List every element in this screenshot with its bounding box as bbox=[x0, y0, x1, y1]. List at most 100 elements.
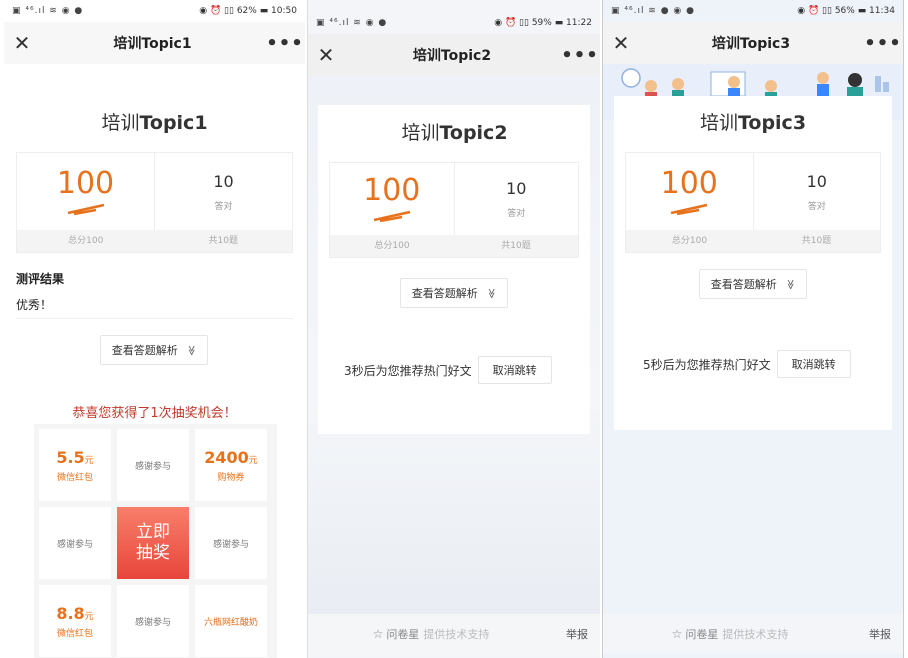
total-score: 总分100 bbox=[374, 241, 410, 251]
prize-unit: 元 bbox=[84, 611, 94, 622]
prize-cell-4: 感谢参与 bbox=[39, 507, 111, 579]
close-icon[interactable]: ✕ bbox=[308, 43, 344, 67]
total-score: 总分100 bbox=[671, 236, 708, 246]
nav-bar: ✕ 培训Topic1 ••• bbox=[4, 22, 305, 64]
prize-name: 微信红包 bbox=[56, 472, 93, 483]
view-analysis-button[interactable]: 查看答题解析 ≫ bbox=[100, 335, 208, 365]
result-card bbox=[318, 105, 590, 434]
title-bold: Topic3 bbox=[737, 112, 807, 134]
lottery-grid: 5.5元 微信红包 感谢参与 2400元 购物券 感谢参与 立即抽奖 感谢参与 … bbox=[34, 424, 277, 658]
report-link[interactable]: 举报 bbox=[857, 626, 903, 642]
prize-amount: 5.5 bbox=[56, 447, 85, 467]
correct-label: 答对 bbox=[507, 209, 526, 219]
prize-cell-2: 感谢参与 bbox=[117, 429, 189, 501]
cancel-redirect-button[interactable]: 取消跳转 bbox=[477, 356, 552, 384]
title-bold: Topic2 bbox=[439, 122, 508, 144]
status-bar: ▣ ⁴⁶.ıl ≋ ◉ ● ◉ ⏰ ▯▯ 59% ▬ 11:22 bbox=[308, 12, 600, 34]
title-bold: Topic1 bbox=[139, 112, 208, 134]
view-analysis-label: 查看答题解析 bbox=[111, 344, 178, 357]
brand-name: 问卷星 bbox=[685, 628, 719, 641]
redirect-text: 5秒后为您推荐热门好文 bbox=[643, 357, 771, 372]
redirect-row: 3秒后为您推荐热门好文 取消跳转 bbox=[344, 356, 552, 384]
close-icon[interactable]: ✕ bbox=[4, 31, 40, 55]
view-analysis-label: 查看答题解析 bbox=[411, 287, 478, 300]
prize-cell-9: 六瓶网红酸奶 bbox=[195, 585, 267, 657]
status-icons-right: ◉ ⏰ ▯▯ 56% ▬ 11:34 bbox=[797, 6, 895, 16]
nav-title: 培训Topic1 bbox=[113, 36, 192, 52]
chevron-down-icon: ≫ bbox=[185, 344, 197, 356]
status-bar: ▣ ⁴⁶.ıl ≋ ◉ ● ◉ ⏰ ▯▯ 62% ▬ 10:50 bbox=[4, 0, 305, 22]
status-icons-left: ▣ ⁴⁶.ıl ≋ ● ◉ ● bbox=[611, 6, 695, 16]
score-cell: 100 bbox=[330, 163, 455, 235]
status-icons-right: ◉ ⏰ ▯▯ 62% ▬ 10:50 bbox=[199, 6, 297, 16]
result-card bbox=[614, 96, 892, 430]
total-score: 总分100 bbox=[68, 236, 104, 246]
score-cell: 100 bbox=[17, 153, 155, 230]
brand-name: 问卷星 bbox=[386, 628, 420, 641]
prize-cell-6: 感谢参与 bbox=[195, 507, 267, 579]
prize-name: 购物券 bbox=[217, 472, 245, 483]
prize-thanks: 感谢参与 bbox=[212, 539, 249, 550]
prize-cell-7: 8.8元 微信红包 bbox=[39, 585, 111, 657]
cancel-redirect-button[interactable]: 取消跳转 bbox=[776, 350, 851, 378]
star-icon: ☆ bbox=[372, 627, 384, 641]
nav-title: 培训Topic3 bbox=[711, 36, 791, 52]
draw-now-label: 立即抽奖 bbox=[136, 521, 170, 563]
chevron-down-icon: ≫ bbox=[784, 278, 796, 290]
prize-name: 微信红包 bbox=[56, 628, 93, 639]
draw-now-button[interactable]: 立即抽奖 bbox=[117, 507, 189, 579]
support-text: 提供技术支持 bbox=[423, 628, 490, 641]
correct-count: 10 bbox=[806, 171, 827, 191]
page-title: 培训Topic3 bbox=[603, 108, 903, 135]
prize-unit: 元 bbox=[84, 455, 94, 466]
score-value: 100 bbox=[363, 173, 421, 208]
view-analysis-label: 查看答题解析 bbox=[710, 278, 777, 291]
prize-amount: 8.8 bbox=[56, 603, 85, 623]
phone-screen-3: ▣ ⁴⁶.ıl ≋ ● ◉ ● ◉ ⏰ ▯▯ 56% ▬ 11:34 ✕ 培训T… bbox=[602, 0, 904, 658]
total-questions: 共10题 bbox=[208, 236, 238, 246]
page-title: 培训Topic2 bbox=[308, 118, 600, 145]
view-analysis-button[interactable]: 查看答题解析 ≫ bbox=[400, 278, 508, 308]
star-icon: ☆ bbox=[671, 627, 683, 641]
nav-bar: ✕ 培训Topic3 ••• bbox=[603, 22, 903, 64]
report-link[interactable]: 举报 bbox=[554, 626, 600, 642]
correct-cell: 10 答对 bbox=[155, 153, 292, 230]
score-value: 100 bbox=[660, 165, 718, 201]
status-bar: ▣ ⁴⁶.ıl ≋ ● ◉ ● ◉ ⏰ ▯▯ 56% ▬ 11:34 bbox=[603, 0, 903, 22]
prize-amount: 2400 bbox=[204, 447, 249, 467]
view-analysis-button[interactable]: 查看答题解析 ≫ bbox=[699, 269, 807, 299]
score-underline-icon bbox=[67, 203, 104, 215]
footer-brand[interactable]: ☆ 问卷星 提供技术支持 bbox=[308, 626, 554, 642]
prize-cell-3: 2400元 购物券 bbox=[195, 429, 267, 501]
title-prefix: 培训 bbox=[101, 112, 140, 134]
correct-cell: 10 答对 bbox=[455, 163, 579, 235]
title-prefix: 培训 bbox=[699, 112, 738, 134]
redirect-row: 5秒后为您推荐热门好文 取消跳转 bbox=[643, 350, 851, 378]
prize-thanks: 感谢参与 bbox=[134, 617, 171, 628]
score-underline-icon bbox=[373, 210, 411, 222]
score-cell: 100 bbox=[626, 153, 754, 230]
footer: ☆ 问卷星 提供技术支持 举报 bbox=[308, 614, 600, 654]
redirect-text: 3秒后为您推荐热门好文 bbox=[344, 363, 472, 378]
result-heading: 测评结果 bbox=[16, 272, 65, 286]
title-prefix: 培训 bbox=[401, 122, 440, 144]
page-title: 培训Topic1 bbox=[4, 108, 305, 135]
result-text: 优秀！ bbox=[16, 298, 53, 312]
more-icon[interactable]: ••• bbox=[265, 33, 305, 54]
correct-count: 10 bbox=[506, 179, 527, 198]
support-text: 提供技术支持 bbox=[722, 628, 789, 641]
score-summary: 100 10 答对 总分100 共10题 bbox=[16, 152, 293, 253]
nav-bar: ✕ 培训Topic2 ••• bbox=[308, 34, 600, 76]
total-questions: 共10题 bbox=[801, 236, 832, 246]
footer-brand[interactable]: ☆ 问卷星 提供技术支持 bbox=[603, 626, 857, 642]
lottery-title: 恭喜您获得了1次抽奖机会！ bbox=[72, 406, 237, 421]
prize-unit: 元 bbox=[248, 455, 258, 466]
more-icon[interactable]: ••• bbox=[863, 33, 903, 54]
nav-title: 培训Topic2 bbox=[412, 48, 492, 64]
correct-label: 答对 bbox=[214, 201, 233, 212]
phone-screen-2: ▣ ⁴⁶.ıl ≋ ◉ ● ◉ ⏰ ▯▯ 59% ▬ 11:22 ✕ 培训Top… bbox=[307, 0, 600, 658]
phone-screen-1: ▣ ⁴⁶.ıl ≋ ◉ ● ◉ ⏰ ▯▯ 62% ▬ 10:50 ✕ 培训Top… bbox=[4, 0, 305, 658]
more-icon[interactable]: ••• bbox=[560, 45, 600, 66]
prize-name: 六瓶网红酸奶 bbox=[203, 617, 258, 628]
close-icon[interactable]: ✕ bbox=[603, 31, 639, 55]
